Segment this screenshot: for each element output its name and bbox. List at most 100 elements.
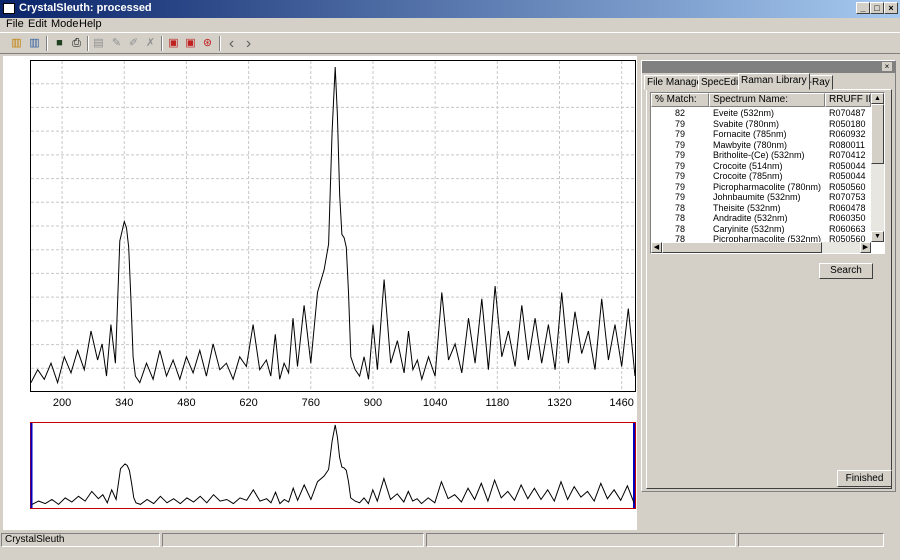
table-cell-id: R080011 — [829, 139, 865, 150]
forward-arrow-icon[interactable]: › — [240, 35, 257, 52]
table-row[interactable]: 79 Picropharmacolite (780nm) R050560 — [651, 182, 871, 193]
x-tick-label: 480 — [177, 397, 196, 409]
save-icon[interactable]: ■ — [51, 35, 68, 52]
menu-help[interactable]: Help — [79, 18, 102, 30]
table-cell-match: 78 — [674, 213, 685, 223]
table-cell-id: R070412 — [829, 150, 866, 160]
x-tick-label: 760 — [301, 397, 320, 409]
search-button[interactable]: Search — [819, 263, 873, 279]
table-row[interactable]: 79 Mawbyite (780nm) R080011 — [651, 140, 871, 151]
toolbar-separator — [46, 36, 48, 51]
table-cell-name: Theisite (532nm) — [713, 202, 781, 213]
table-row[interactable]: 79 Svabite (780nm) R050180 — [651, 119, 871, 130]
spectrum-compare-icon[interactable]: ▥ — [26, 35, 43, 52]
table-cell-match: 79 — [674, 192, 685, 202]
erase-icon[interactable]: ✐ — [125, 35, 142, 52]
table-cell-name: Britholite-(Ce) (532nm) — [713, 150, 805, 160]
close-button[interactable]: × — [884, 2, 898, 14]
table-cell-match: 79 — [674, 181, 685, 192]
spectrum-view-icon[interactable]: ▥ — [8, 35, 25, 52]
table-row[interactable]: 79 Britholite-(Ce) (532nm) R070412 — [651, 150, 871, 161]
column-header-match[interactable]: % Match: — [651, 93, 709, 107]
table-horizontal-scrollbar[interactable]: ◀ ▶ — [651, 242, 871, 253]
menu-mode[interactable]: Mode — [51, 18, 79, 30]
edit-table-icon[interactable]: ▤ — [90, 35, 107, 52]
pencil-icon[interactable]: ✎ — [108, 35, 125, 52]
cut-icon[interactable]: ✗ — [142, 35, 159, 52]
table-cell-name: Johnbaumite (532nm) — [713, 192, 801, 202]
spectrum-overview[interactable] — [30, 422, 636, 509]
print-icon[interactable]: ⎙ — [68, 35, 85, 52]
status-pane — [738, 533, 884, 547]
toolbar: ▥ ▥ ■ ⎙ ▤ ✎ ✐ ✗ ▣ ▣ ⊛ ‹ › — [0, 32, 900, 54]
status-pane — [426, 533, 736, 547]
menu-edit[interactable]: Edit — [28, 18, 47, 30]
table-cell-match: 78 — [674, 223, 685, 234]
x-tick-label: 1040 — [422, 397, 448, 409]
table-cell-id: R060663 — [829, 223, 866, 234]
table-cell-id: R070487 — [829, 108, 866, 118]
panel-caption: × — [642, 61, 895, 73]
table-cell-id: R060932 — [829, 129, 866, 139]
scroll-up-icon[interactable]: ▲ — [871, 93, 884, 104]
table-row[interactable]: 78 Theisite (532nm) R060478 — [651, 203, 871, 214]
tab-raman-library[interactable]: Raman Library — [738, 73, 810, 90]
table-cell-match: 79 — [674, 139, 685, 150]
column-header-rruff-id[interactable]: RRUFF ID: — [825, 93, 871, 107]
table-row[interactable]: 79 Crocoite (785nm) R050044 — [651, 171, 871, 182]
table-cell-id: R060478 — [829, 202, 866, 213]
column-header-name[interactable]: Spectrum Name: — [709, 93, 825, 107]
finished-button[interactable]: Finished — [837, 470, 892, 487]
toolbar-separator — [219, 36, 221, 51]
x-tick-label: 1460 — [609, 397, 634, 409]
x-tick-label: 1180 — [485, 397, 510, 409]
menu-file[interactable]: File — [6, 18, 24, 30]
match-table: % Match: Spectrum Name: RRUFF ID: 82 Evei… — [650, 92, 885, 254]
table-row[interactable]: 78 Andradite (532nm) R060350 — [651, 213, 871, 224]
scroll-thumb[interactable] — [871, 104, 884, 164]
table-vertical-scrollbar[interactable]: ▲ ▼ — [871, 93, 884, 242]
table-cell-match: 82 — [674, 108, 685, 118]
table-cell-name: Mawbyite (780nm) — [713, 139, 788, 150]
minimize-button[interactable]: _ — [856, 2, 870, 14]
status-bar: CrystalSleuth — [0, 533, 900, 548]
x-tick-label: 340 — [115, 397, 134, 409]
status-text: CrystalSleuth — [1, 533, 160, 547]
table-cell-id: R070753 — [829, 192, 866, 202]
menu-bar: File Edit Mode Help — [0, 18, 900, 32]
scroll-down-icon[interactable]: ▼ — [871, 231, 884, 242]
status-pane — [162, 533, 424, 547]
scroll-left-icon[interactable]: ◀ — [651, 242, 662, 253]
back-arrow-icon[interactable]: ‹ — [223, 35, 240, 52]
table-cell-name: Fornacite (785nm) — [713, 129, 787, 139]
panel-close-icon[interactable]: × — [882, 62, 892, 71]
table-cell-name: Crocoite (514nm) — [713, 160, 783, 171]
table-cell-name: Picropharmacolite (780nm) — [713, 181, 822, 192]
x-tick-label: 1320 — [547, 397, 572, 409]
table-cell-name: Eveite (532nm) — [713, 108, 775, 118]
table-row[interactable]: 82 Eveite (532nm) R070487 — [651, 108, 871, 119]
table-row[interactable]: 79 Crocoite (514nm) R050044 — [651, 161, 871, 172]
toolbar-separator — [87, 36, 89, 51]
peak-adjust-icon[interactable]: ▣ — [182, 35, 199, 52]
table-cell-id: R050044 — [829, 160, 866, 171]
table-cell-name: Svabite (780nm) — [713, 118, 780, 129]
table-cell-id: R050044 — [829, 171, 866, 181]
scroll-right-icon[interactable]: ▶ — [860, 242, 871, 253]
maximize-button[interactable]: □ — [870, 2, 884, 14]
title-bar: CrystalSleuth: processed _ □ × — [0, 0, 900, 18]
table-cell-match: 79 — [674, 118, 685, 129]
table-cell-match: 79 — [674, 129, 685, 139]
peak-icon[interactable]: ▣ — [165, 35, 182, 52]
table-cell-id: R050560 — [829, 181, 866, 192]
x-tick-label: 200 — [52, 397, 72, 409]
lifebuoy-icon[interactable]: ⊛ — [199, 35, 216, 52]
scroll-thumb[interactable] — [662, 242, 822, 253]
table-cell-name: Andradite (532nm) — [713, 213, 788, 223]
table-cell-name: Crocoite (785nm) — [713, 171, 783, 181]
table-row[interactable]: 79 Fornacite (785nm) R060932 — [651, 129, 871, 140]
table-row[interactable]: 79 Johnbaumite (532nm) R070753 — [651, 192, 871, 203]
table-cell-id: R050180 — [829, 118, 866, 129]
table-row[interactable]: 78 Caryinite (532nm) R060663 — [651, 224, 871, 235]
spectrum-chart[interactable] — [30, 60, 636, 392]
